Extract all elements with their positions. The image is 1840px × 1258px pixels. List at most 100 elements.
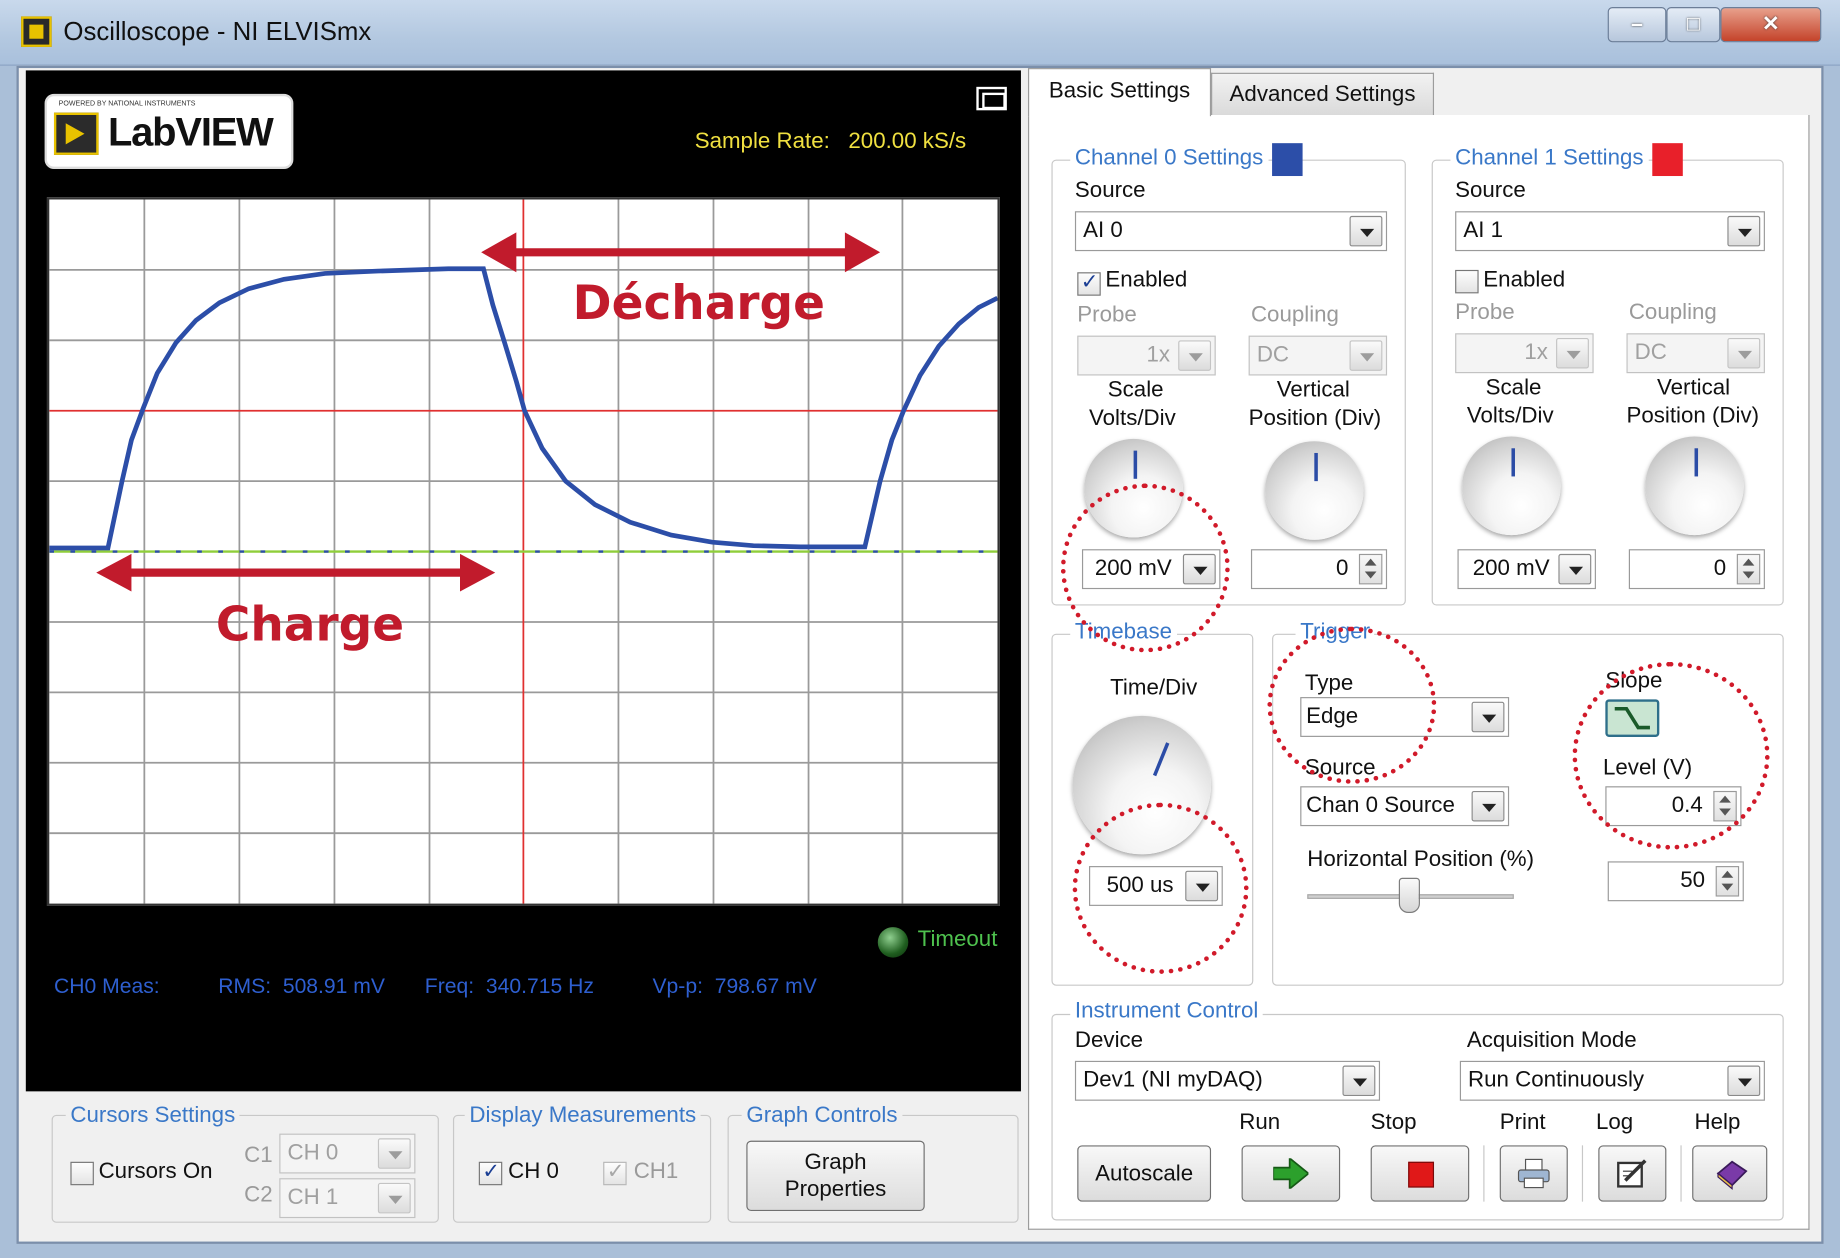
ch0-coupling-select[interactable]: DC [1248,335,1388,376]
ch1-enabled-label: Enabled [1483,267,1566,293]
close-button[interactable]: ✕ [1720,7,1822,43]
ch1-coupling-label: Coupling [1628,300,1717,326]
c2-select-value: CH 1 [287,1185,339,1210]
channel0-settings-label: Channel 0 Settings [1070,145,1269,172]
graph-restore-icon[interactable] [976,86,1007,111]
autoscale-button-label: Autoscale [1095,1161,1194,1187]
ch1-measure-checkbox[interactable] [603,1159,627,1186]
tab-basic-settings-label: Basic Settings [1048,78,1191,104]
chevron-down-icon [1556,337,1589,369]
ch1-measure-label: CH1 [633,1159,679,1185]
stop-label: Stop [1370,1110,1417,1135]
ch1-scale-value: 200 mV [1472,556,1550,581]
chevron-down-icon [1727,337,1761,369]
channel1-settings-label: Channel 1 Settings [1450,145,1649,172]
run-label: Run [1239,1110,1281,1135]
charge-arrow [96,553,496,592]
ch1-vpos-value: 0 [1713,556,1727,581]
chevron-down-icon [1178,340,1212,371]
chevron-down-icon [377,1182,411,1214]
decharge-annotation: Décharge [572,276,825,331]
display-measurements-label: Display Measurements [464,1103,701,1129]
tab-advanced-settings-label: Advanced Settings [1229,82,1416,107]
charge-annotation: Charge [215,598,405,653]
chevron-down-icon [1342,1065,1376,1097]
horizontal-position-slider-thumb[interactable] [1398,877,1420,913]
knob-indicator [1511,448,1515,477]
channel0-color-swatch [1272,143,1303,177]
print-label: Print [1499,1110,1546,1135]
help-label: Help [1694,1110,1741,1135]
ch1-source-select[interactable]: AI 1 [1455,211,1765,252]
ch1-scale-knob[interactable] [1462,436,1561,536]
graph-properties-button[interactable]: Graph Properties [746,1140,925,1212]
toolbar-divider [1581,1145,1584,1202]
spinner-arrows-icon[interactable] [1358,553,1383,585]
c1-select[interactable]: CH 0 [279,1133,416,1174]
ch0-enabled-label: Enabled [1105,267,1188,293]
horizontal-position-value: 50 [1680,868,1706,894]
chevron-down-icon [1558,553,1592,585]
ch0-meas-label: CH0 Meas: [53,974,160,998]
ch0-vpos-knob[interactable] [1265,441,1364,540]
ch0-vpos-value: 0 [1335,556,1349,581]
ch0-vpos-numeric[interactable]: 0 [1250,549,1388,590]
ch1-enabled-checkbox[interactable] [1455,269,1479,294]
log-button[interactable] [1598,1145,1667,1202]
chevron-down-icon [377,1138,411,1169]
stop-button[interactable] [1370,1145,1470,1202]
ch1-vpos-knob[interactable] [1645,436,1744,536]
cursors-on-checkbox[interactable] [70,1161,94,1186]
ch0-measure-label: CH 0 [508,1159,559,1185]
trigger-source-value: Chan 0 Source [1306,793,1455,818]
acquisition-mode-select[interactable]: Run Continuously [1459,1060,1765,1101]
tab-advanced-settings[interactable]: Advanced Settings [1211,72,1435,116]
autoscale-button[interactable]: Autoscale [1077,1145,1212,1202]
knob-indicator [1314,452,1318,482]
rms-readout: RMS: 508.91 mV [218,974,385,998]
ch0-enabled-checkbox[interactable] [1077,270,1101,296]
horizontal-position-numeric[interactable]: 50 [1607,861,1744,902]
spinner-arrows-icon[interactable] [1736,553,1761,585]
tab-basic-settings[interactable]: Basic Settings [1027,68,1212,117]
minimize-button[interactable]: – [1607,7,1667,43]
ch1-coupling-select[interactable]: DC [1626,333,1765,374]
ch0-coupling-value: DC [1256,342,1290,368]
help-button[interactable] [1692,1145,1768,1202]
vpp-readout: Vp-p: 798.67 mV [652,974,817,998]
print-button[interactable] [1499,1145,1568,1202]
title-bar[interactable]: Oscilloscope - NI ELVISmx – □ ✕ [0,0,1840,66]
ch1-source-value: AI 1 [1463,218,1504,243]
ch1-vpos-numeric[interactable]: 0 [1628,549,1765,590]
trigger-source-select[interactable]: Chan 0 Source [1300,786,1510,827]
ch1-coupling-value: DC [1634,340,1667,365]
ch1-vertical-label: Vertical [1656,375,1731,401]
ch0-measure-checkbox[interactable] [478,1159,503,1186]
maximize-button[interactable]: □ [1666,7,1721,43]
ch0-source-select[interactable]: AI 0 [1074,211,1388,252]
ch1-probe-label: Probe [1455,300,1515,326]
ch1-position-div-label: Position (Div) [1626,403,1760,429]
spinner-arrows-icon[interactable] [1715,866,1740,897]
chevron-down-icon [1349,215,1383,247]
cursors-settings-label: Cursors Settings [65,1103,240,1129]
chevron-down-icon [1471,701,1505,733]
run-button[interactable] [1241,1145,1341,1202]
ch1-probe-select[interactable]: 1x [1455,333,1594,374]
ch1-source-label: Source [1455,178,1526,204]
window-title: Oscilloscope - NI ELVISmx [63,16,372,46]
toolbar-divider [1483,1145,1485,1202]
channel1-color-swatch [1652,143,1683,177]
ch0-source-label: Source [1074,178,1146,204]
c2-select[interactable]: CH 1 [279,1178,416,1219]
ch0-scale-label: Scale [1107,377,1164,403]
timediv-highlight-circle [1072,802,1249,975]
graph-properties-line1: Graph [804,1150,867,1175]
device-select[interactable]: Dev1 (NI myDAQ) [1074,1060,1381,1101]
ch0-probe-select[interactable]: 1x [1077,335,1216,376]
freq-readout: Freq: 340.715 Hz [424,974,594,998]
labview-logo: POWERED BY NATIONAL INSTRUMENTS LabVIEW [44,93,294,169]
sample-rate-label: Sample Rate: [694,129,830,154]
log-label: Log [1595,1110,1634,1135]
ch1-scale-select[interactable]: 200 mV [1457,549,1596,590]
